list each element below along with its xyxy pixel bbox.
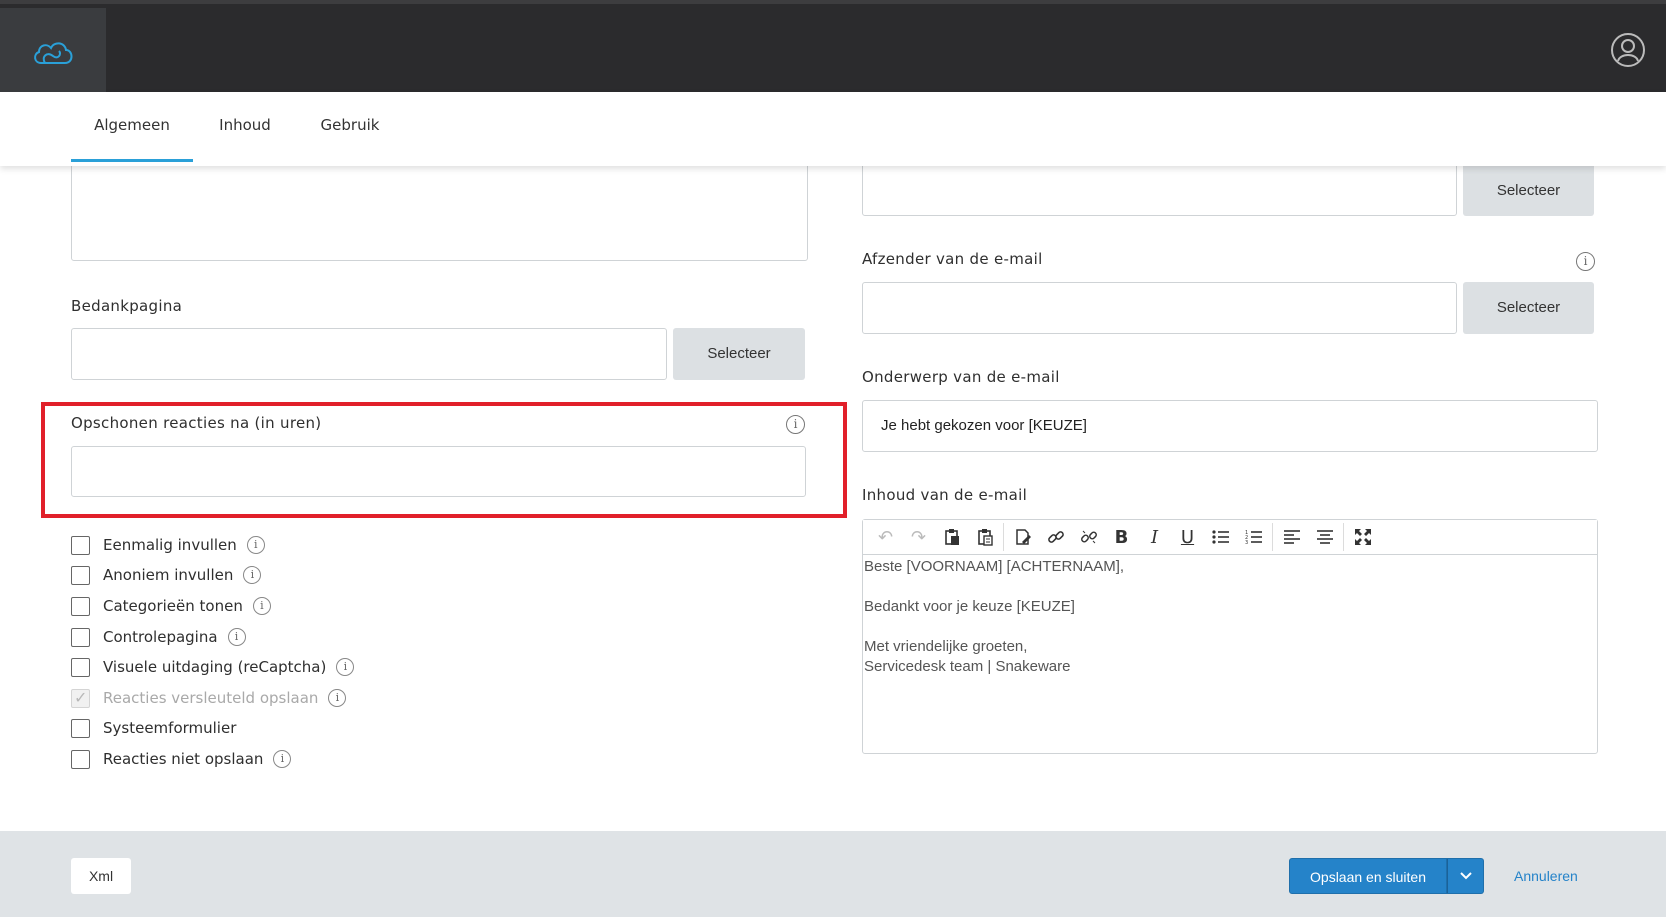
toolbar-separator [1343, 523, 1344, 551]
tab-bar: Algemeen Inhoud Gebruik [0, 92, 1666, 166]
toolbar-separator [1272, 523, 1273, 551]
checkbox-label: Visuele uitdaging (reCaptcha) [103, 658, 327, 676]
editor-body[interactable]: Beste [VOORNAAM] [ACHTERNAAM], Bedankt v… [863, 555, 1597, 679]
editor-line [864, 577, 1596, 597]
checkbox-label: Controlepagina [103, 628, 218, 646]
footer-bar: Xml Opslaan en sluiten Annuleren [0, 831, 1666, 917]
checkbox-row-anoniem[interactable]: Anoniem invullen i [71, 564, 262, 586]
info-icon[interactable]: i [246, 536, 265, 554]
checkbox-row-controlepagina[interactable]: Controlepagina i [71, 626, 246, 648]
checkbox-label: Anoniem invullen [103, 566, 234, 584]
checkbox[interactable] [71, 565, 90, 585]
top-select-button[interactable]: Selecteer [1463, 166, 1594, 216]
toolbar-separator [1003, 523, 1004, 551]
cancel-button[interactable]: Annuleren [1514, 858, 1578, 894]
save-options-dropdown[interactable] [1447, 858, 1484, 894]
editor-line: Bedankt voor je keuze [KEUZE] [864, 598, 1075, 615]
info-icon[interactable]: i [336, 658, 355, 676]
checkbox-label: Systeemformulier [103, 719, 237, 737]
checkbox[interactable] [71, 657, 90, 677]
info-icon[interactable]: i [328, 689, 347, 707]
info-icon[interactable]: i [273, 750, 292, 768]
logo-button[interactable] [0, 8, 106, 96]
email-body-editor[interactable]: ↶ ↷ B I U 123 Beste [VOORNAAM] [ACHTERNA… [862, 519, 1598, 754]
onderwerp-label: Onderwerp van de e-mail [862, 368, 1060, 386]
checkbox-row-recaptcha[interactable]: Visuele uitdaging (reCaptcha) i [71, 656, 355, 678]
checkbox[interactable] [71, 749, 90, 769]
info-icon[interactable]: i [252, 597, 271, 615]
underline-icon[interactable]: U [1171, 522, 1204, 552]
description-textarea[interactable] [71, 166, 808, 261]
bedankpagina-select-button[interactable]: Selecteer [673, 328, 805, 380]
bullet-list-icon[interactable] [1204, 522, 1237, 552]
user-account-button[interactable] [1610, 32, 1646, 68]
checkbox-row-niet-opslaan[interactable]: Reacties niet opslaan i [71, 748, 292, 770]
afzender-input[interactable] [862, 282, 1457, 334]
link-icon[interactable] [1039, 522, 1072, 552]
top-select-input[interactable] [862, 166, 1457, 216]
checkbox-label: Reacties niet opslaan [103, 750, 264, 768]
top-bar [0, 0, 1666, 96]
editor-line: Beste [VOORNAAM] [ACHTERNAAM], [864, 558, 1125, 575]
align-center-icon[interactable] [1308, 522, 1341, 552]
bedankpagina-label: Bedankpagina [71, 297, 183, 315]
form-content: Bedankpagina Selecteer Opschonen reactie… [0, 166, 1666, 831]
onderwerp-input[interactable]: Je hebt gekozen voor [KEUZE] [862, 400, 1598, 452]
inhoud-label: Inhoud van de e-mail [862, 486, 1028, 504]
checkbox[interactable] [71, 718, 90, 738]
checkbox-checked-disabled [71, 688, 90, 708]
save-and-close-button[interactable]: Opslaan en sluiten [1289, 858, 1447, 894]
editor-toolbar: ↶ ↷ B I U 123 [863, 520, 1597, 555]
checkbox-label: Categorieën tonen [103, 597, 243, 615]
checkbox-row-systeemformulier[interactable]: Systeemformulier [71, 717, 236, 739]
chevron-down-icon [1459, 872, 1472, 880]
checkbox-row-eenmalig[interactable]: Eenmalig invullen i [71, 534, 265, 556]
checkbox-row-versleuteld: Reacties versleuteld opslaan i [71, 687, 347, 709]
checkbox[interactable] [71, 535, 90, 555]
checkbox-label: Reacties versleuteld opslaan [103, 689, 319, 707]
svg-text:3: 3 [1245, 540, 1248, 545]
undo-icon[interactable]: ↶ [869, 522, 902, 552]
align-left-icon[interactable] [1275, 522, 1308, 552]
numbered-list-icon[interactable]: 123 [1237, 522, 1270, 552]
redo-icon[interactable]: ↷ [902, 522, 935, 552]
afzender-select-button[interactable]: Selecteer [1463, 282, 1594, 334]
cloud-logo-icon [34, 42, 73, 64]
tab-gebruik[interactable]: Gebruik [317, 92, 383, 162]
checkbox-row-categorieen[interactable]: Categorieën tonen i [71, 595, 271, 617]
afzender-label: Afzender van de e-mail [862, 250, 1043, 268]
fullscreen-icon[interactable] [1346, 522, 1379, 552]
editor-line: Servicedesk team | Snakeware [864, 658, 1071, 675]
editor-line: Met vriendelijke groeten, [864, 638, 1028, 655]
afzender-info-icon[interactable]: i [1576, 252, 1595, 271]
paste-icon[interactable] [935, 522, 968, 552]
bold-icon[interactable]: B [1105, 522, 1138, 552]
bedankpagina-input[interactable] [71, 328, 667, 380]
opschonen-input[interactable] [71, 446, 806, 497]
checkbox-label: Eenmalig invullen [103, 536, 237, 554]
info-icon[interactable]: i [227, 628, 246, 646]
tab-algemeen[interactable]: Algemeen [71, 92, 193, 162]
paste-text-icon[interactable] [968, 522, 1001, 552]
italic-icon[interactable]: I [1138, 522, 1171, 552]
unlink-icon[interactable] [1072, 522, 1105, 552]
tab-inhoud[interactable]: Inhoud [213, 92, 277, 162]
paste-word-icon[interactable] [1006, 522, 1039, 552]
checkbox[interactable] [71, 596, 90, 616]
editor-line [864, 617, 1596, 637]
info-icon[interactable]: i [243, 566, 262, 584]
user-account-icon [1611, 33, 1645, 67]
xml-button[interactable]: Xml [71, 858, 131, 894]
opschonen-label: Opschonen reacties na (in uren) [71, 414, 322, 432]
opschonen-info-icon[interactable]: i [786, 415, 805, 434]
checkbox[interactable] [71, 627, 90, 647]
